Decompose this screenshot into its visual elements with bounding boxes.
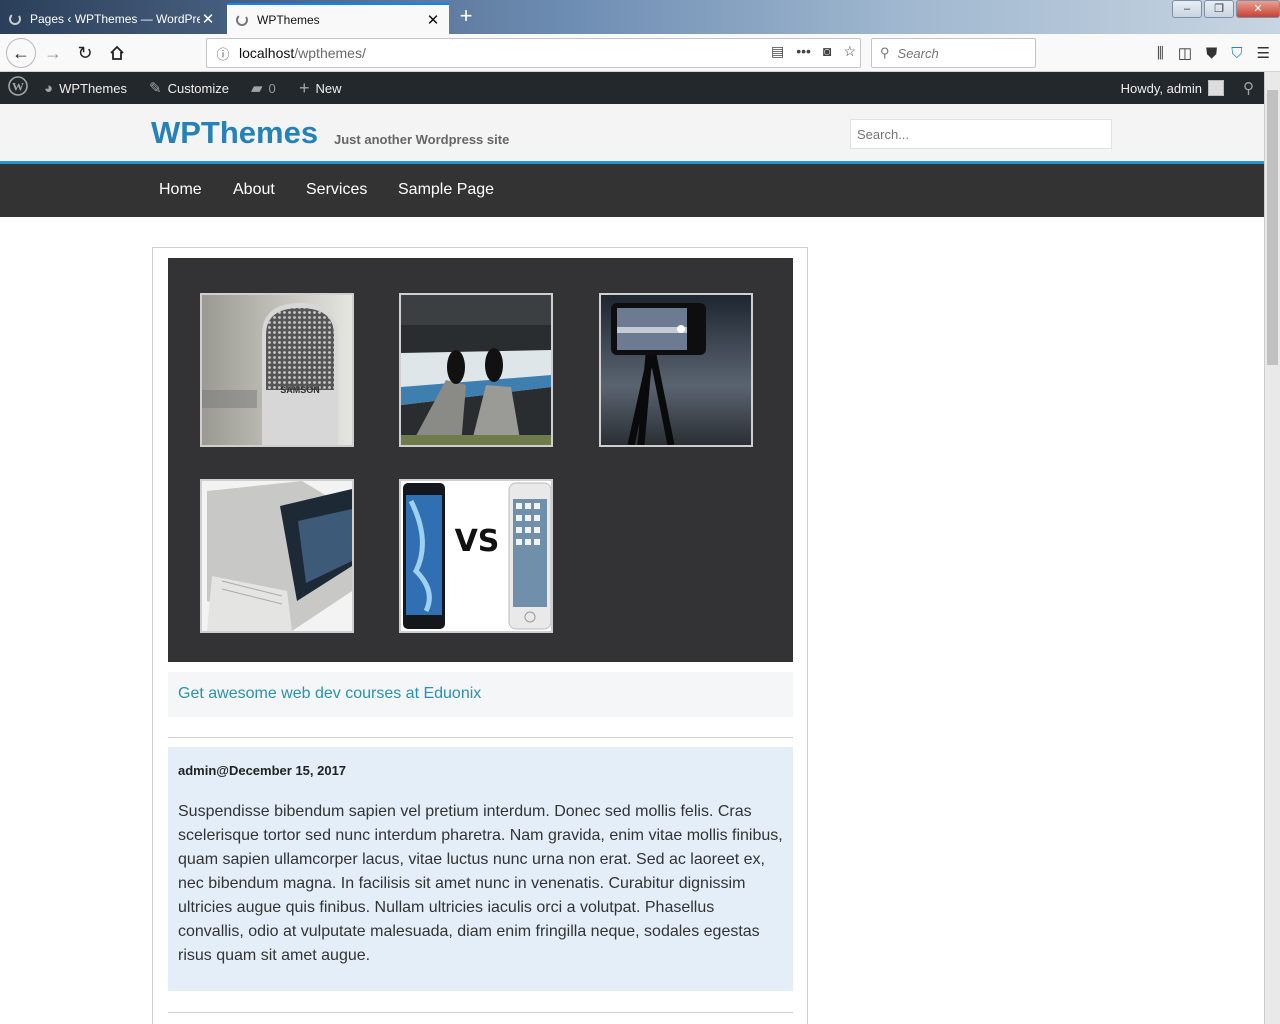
gallery-image-phone-comparison[interactable]: VS — [399, 479, 553, 633]
tab-title: Pages ‹ WPThemes — WordPress — [30, 11, 200, 26]
post-meta: admin@December 15, 2017 — [178, 763, 347, 778]
my-account-link[interactable]: Howdy, admin — [1121, 72, 1224, 104]
mic-brand-text: SAMSON — [280, 385, 320, 395]
gallery-image-microphone[interactable]: SAMSON — [200, 293, 354, 447]
gallery-image-laptop[interactable] — [200, 479, 354, 633]
admin-site-label: WPThemes — [59, 80, 127, 96]
site-search-input[interactable] — [850, 119, 1112, 149]
admin-site-name[interactable]: ◕ WPThemes — [44, 72, 127, 104]
window-controls: – ❐ ✕ — [1170, 0, 1280, 20]
promo-box: Get awesome web dev courses at Eduonix — [168, 672, 793, 717]
pocket-icon[interactable]: ◙ — [823, 43, 831, 60]
comment-icon: ▰ — [251, 80, 263, 97]
browser-search-field[interactable]: ⚲ Search — [871, 38, 1036, 68]
plus-icon: + — [299, 77, 310, 98]
site-tagline: Just another Wordpress site — [334, 132, 510, 147]
new-content-link[interactable]: + New — [299, 72, 342, 104]
comments-count: 0 — [268, 80, 276, 96]
vs-text: VS — [455, 524, 500, 559]
dashboard-icon: ◕ — [44, 79, 54, 97]
page-scrollbar[interactable] — [1264, 72, 1280, 1024]
wp-admin-bar: W ◕ WPThemes ✎ Customize ▰ 0 + New Howdy… — [0, 72, 1264, 104]
close-icon[interactable]: ✕ — [425, 11, 441, 29]
browser-tab-bar: Pages ‹ WPThemes — WordPress ✕ WPThemes … — [0, 0, 1280, 34]
reload-button[interactable]: ↻ — [70, 38, 100, 68]
new-label: New — [315, 80, 342, 96]
search-icon: ⚲ — [880, 45, 890, 60]
search-placeholder: Search — [897, 45, 939, 61]
admin-search-button[interactable]: ⚲ — [1243, 72, 1254, 104]
loading-icon — [235, 13, 249, 27]
customize-link[interactable]: ✎ Customize — [149, 72, 229, 104]
content-area: SAMSON VS Get awesome web dev courses at… — [152, 247, 808, 1024]
home-icon — [110, 45, 124, 60]
avatar — [1208, 80, 1224, 96]
page-actions-icon[interactable]: ••• — [796, 43, 811, 60]
scrollbar-thumb[interactable] — [1267, 90, 1278, 365]
nav-about[interactable]: About — [233, 181, 275, 199]
home-button[interactable] — [102, 38, 132, 68]
post-entry: admin@December 15, 2017 Suspendisse bibe… — [168, 747, 793, 991]
wordpress-icon: W — [8, 76, 28, 100]
image-gallery: SAMSON VS — [168, 258, 793, 662]
tab-pages[interactable]: Pages ‹ WPThemes — WordPress ✕ — [0, 3, 224, 34]
url-host: localhost — [239, 45, 295, 61]
new-tab-button[interactable]: + — [455, 5, 477, 27]
reader-view-icon[interactable]: ▤ — [771, 43, 784, 60]
bookmark-star-icon[interactable]: ☆ — [843, 43, 856, 60]
sidebar-icon[interactable]: ◫ — [1178, 44, 1192, 62]
tab-title: WPThemes — [257, 12, 320, 27]
menu-icon[interactable]: ☰ — [1257, 44, 1270, 62]
back-button[interactable]: ← — [6, 38, 36, 68]
howdy-label: Howdy, admin — [1120, 80, 1202, 96]
minimize-button[interactable]: – — [1172, 0, 1202, 18]
loading-icon — [8, 12, 22, 26]
shield-icon[interactable]: ⛉ — [1231, 45, 1242, 62]
divider — [168, 737, 793, 738]
maximize-button[interactable]: ❐ — [1204, 0, 1234, 18]
post-body: Suspendisse bibendum sapien vel pretium … — [178, 803, 783, 964]
url-bar[interactable]: ⓘ localhost/wpthemes/ ▤ ••• ◙ ☆ — [206, 38, 861, 68]
comments-link[interactable]: ▰ 0 — [251, 72, 276, 104]
url-path: /wpthemes/ — [294, 45, 366, 61]
promo-link[interactable]: Get awesome web dev courses at Eduonix — [178, 685, 481, 703]
site-title[interactable]: WPThemes — [151, 115, 318, 151]
close-icon[interactable]: ✕ — [200, 10, 216, 28]
site-header: WPThemes Just another Wordpress site — [0, 104, 1264, 164]
wordpress-logo-button[interactable]: W — [8, 72, 28, 104]
nav-sample-page[interactable]: Sample Page — [398, 181, 494, 199]
search-icon: ⚲ — [1243, 80, 1254, 97]
nav-home[interactable]: Home — [159, 181, 202, 199]
svg-text:W: W — [12, 80, 24, 94]
divider — [168, 1012, 793, 1013]
browser-toolbar: ← → ↻ ⓘ localhost/wpthemes/ ▤ ••• ◙ ☆ ⚲ … — [0, 34, 1280, 72]
window-close-button[interactable]: ✕ — [1236, 0, 1280, 18]
forward-button[interactable]: → — [38, 38, 68, 68]
tab-wpthemes[interactable]: WPThemes ✕ — [227, 3, 449, 34]
ublock-icon[interactable]: ⛊ — [1206, 45, 1217, 62]
info-icon[interactable]: ⓘ — [207, 44, 239, 63]
customize-label: Customize — [167, 80, 229, 96]
gallery-image-shoes[interactable] — [399, 293, 553, 447]
nav-services[interactable]: Services — [306, 181, 367, 199]
gallery-image-phone-tripod[interactable] — [599, 293, 753, 447]
brush-icon: ✎ — [149, 80, 162, 97]
main-navigation: Home About Services Sample Page — [0, 164, 1264, 217]
library-icon[interactable]: ⫼ — [1157, 45, 1164, 62]
